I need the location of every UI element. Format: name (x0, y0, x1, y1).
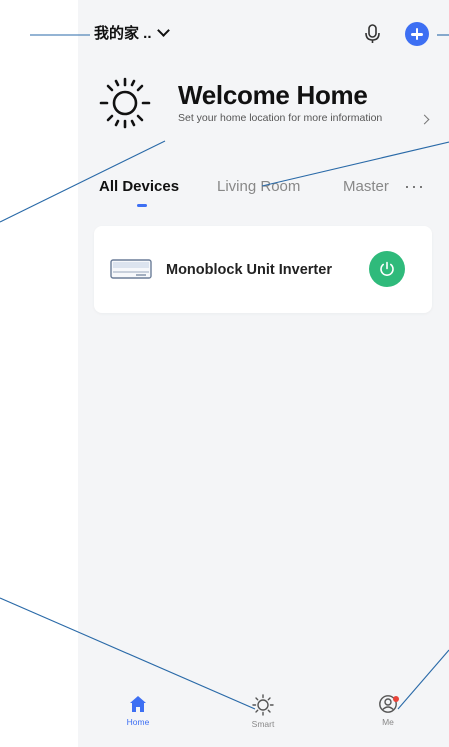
chevron-down-icon (156, 23, 170, 37)
tabbar-home[interactable]: Home (98, 694, 178, 727)
tab-all-devices[interactable]: All Devices (99, 178, 179, 195)
device-card[interactable]: Monoblock Unit Inverter (94, 226, 432, 313)
air-conditioner-icon (110, 259, 152, 279)
active-tab-indicator (137, 204, 147, 207)
power-icon (380, 261, 394, 276)
power-button[interactable] (369, 251, 405, 287)
tabbar-smart[interactable]: Smart (223, 694, 303, 729)
tabbar-me[interactable]: Me (348, 694, 428, 727)
add-device-button[interactable] (405, 22, 429, 46)
tab-living-room[interactable]: Living Room (217, 178, 300, 195)
bottom-tab-bar: Home Smart Me (78, 684, 449, 747)
home-name: 我的家 .. (94, 25, 152, 42)
app-screen: 我的家 .. Welcome Home Set your home locati… (78, 0, 449, 747)
welcome-banner[interactable]: Welcome Home Set your home location for … (78, 70, 449, 170)
chevron-right-icon (419, 114, 430, 125)
room-tabs: All Devices Living Room Master ··· (78, 176, 449, 212)
device-name: Monoblock Unit Inverter (166, 262, 332, 278)
home-icon (130, 696, 146, 712)
sun-icon (252, 694, 274, 716)
notification-badge (393, 696, 399, 702)
tabbar-home-label: Home (126, 717, 150, 727)
more-tabs-button[interactable]: ··· (404, 176, 425, 197)
welcome-title: Welcome Home (178, 80, 368, 110)
tab-master[interactable]: Master (343, 178, 389, 195)
microphone-icon[interactable] (362, 22, 384, 46)
welcome-subtitle: Set your home location for more informat… (178, 112, 383, 124)
tabbar-smart-label: Smart (251, 719, 275, 729)
sun-icon (99, 77, 151, 129)
tabbar-me-label: Me (382, 717, 394, 727)
home-selector[interactable]: 我的家 .. (94, 22, 170, 43)
top-bar: 我的家 .. (78, 0, 449, 70)
